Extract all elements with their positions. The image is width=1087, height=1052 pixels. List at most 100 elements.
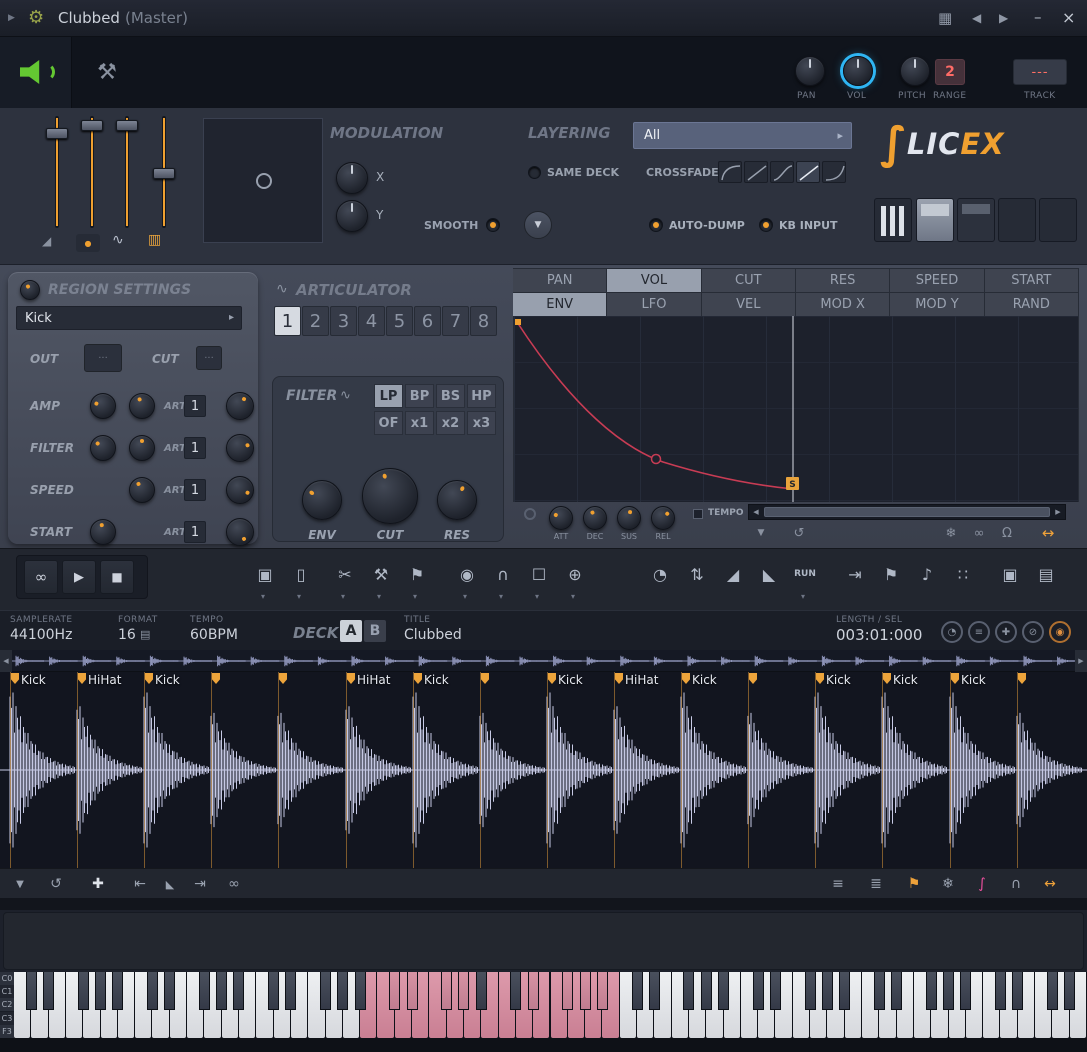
envelope-mid-point[interactable] [652, 455, 661, 464]
crossfade-curve-5[interactable] [822, 161, 846, 183]
envelope-tab-rand[interactable]: RAND [985, 293, 1079, 317]
region-start-knob1[interactable] [90, 519, 116, 545]
region-out-field[interactable]: ··· [84, 344, 122, 372]
slide-curve-button[interactable]: ∫ [970, 874, 994, 894]
slice-marker[interactable]: Kick [413, 672, 414, 868]
envelope-start-point[interactable] [515, 319, 521, 325]
crossfade-curve-4[interactable] [796, 161, 820, 183]
prev-window-button[interactable]: ◀ [972, 11, 981, 25]
overview-scroll-left-button[interactable]: ◀ [0, 650, 12, 672]
freeze-button[interactable]: ❄ [936, 874, 960, 894]
save-state-button[interactable]: ▣ [994, 558, 1026, 590]
filter-os-x3[interactable]: x3 [467, 411, 496, 435]
region-start-art-knob[interactable] [226, 518, 254, 546]
region-amp-knob1[interactable] [90, 393, 116, 419]
pan-knob[interactable] [795, 56, 825, 86]
declick-button[interactable]: ◔ [644, 558, 676, 590]
new-caret-icon[interactable]: ▾ [297, 592, 301, 601]
vol-knob[interactable] [843, 56, 873, 86]
slice-marker[interactable]: Kick [547, 672, 548, 868]
region-filter-knob1[interactable] [90, 435, 116, 461]
marker-list-button[interactable]: ≡ [826, 874, 850, 894]
envelope-knob-rel[interactable] [651, 506, 675, 530]
articulator-slot-2[interactable]: 2 [302, 306, 329, 336]
envelope-menu-button[interactable]: ▼ [750, 524, 772, 542]
filter-os-x1[interactable]: x1 [405, 411, 434, 435]
slice-marker[interactable]: Kick [10, 672, 11, 868]
slice-marker[interactable] [211, 672, 212, 868]
run-caret-icon[interactable]: ▾ [801, 592, 805, 601]
close-button[interactable]: × [1062, 8, 1075, 27]
normalize-button[interactable]: ⇅ [681, 558, 713, 590]
black-key[interactable] [337, 972, 348, 1010]
envelope-tab-vol[interactable]: VOL [607, 269, 701, 293]
fader-4-handle[interactable] [153, 168, 175, 179]
black-key[interactable] [683, 972, 694, 1010]
dump-notes-button[interactable]: ♪ [911, 558, 943, 590]
play-button[interactable]: ▶ [62, 560, 96, 594]
snap-caret-icon[interactable]: ▾ [499, 592, 503, 601]
snap-button[interactable]: ∩ [487, 558, 519, 590]
overview-scroll-right-button[interactable]: ▶ [1075, 650, 1087, 672]
select-caret-icon[interactable]: ▾ [535, 592, 539, 601]
black-key[interactable] [822, 972, 833, 1010]
filter-type-lp[interactable]: LP [374, 384, 403, 408]
envelope-tab-cut[interactable]: CUT [702, 269, 796, 293]
black-key[interactable] [389, 972, 400, 1010]
black-key[interactable] [753, 972, 764, 1010]
black-key[interactable] [770, 972, 781, 1010]
pitch-knob[interactable] [900, 56, 930, 86]
deck-view-button-1[interactable] [874, 198, 912, 242]
region-speed-art-value[interactable]: 1 [184, 479, 206, 501]
xy-pad-handle[interactable] [256, 173, 272, 189]
region-filter-art-value[interactable]: 1 [184, 437, 206, 459]
articulator-slot-7[interactable]: 7 [442, 306, 469, 336]
envelope-scrollbar[interactable]: ◀ ▶ [748, 504, 1066, 520]
stretch-button[interactable]: ↔ [1038, 874, 1062, 894]
grid-icon[interactable]: ▦ [938, 9, 952, 27]
crossfade-curve-3[interactable] [770, 161, 794, 183]
envelope-knob-sus[interactable] [617, 506, 641, 530]
articulator-slot-5[interactable]: 5 [386, 306, 413, 336]
black-key[interactable] [943, 972, 954, 1010]
slice-marker[interactable]: Kick [950, 672, 951, 868]
region-amp-art-knob[interactable] [226, 392, 254, 420]
tools-caret-icon[interactable]: ▾ [377, 592, 381, 601]
slice-ramp-button[interactable]: ◣ [158, 874, 182, 894]
region-amp-knob2[interactable] [129, 393, 155, 419]
articulator-knob-cut[interactable] [362, 468, 418, 524]
black-key[interactable] [580, 972, 591, 1010]
envelope-loop-toggle[interactable] [524, 508, 536, 520]
mod-y-knob[interactable] [336, 200, 368, 232]
marker-flag-button[interactable]: ⚑ [902, 874, 926, 894]
plugin-tools-tile[interactable]: ⚒ [72, 37, 142, 108]
articulator-slot-6[interactable]: 6 [414, 306, 441, 336]
tempo-value[interactable]: 60BPM [190, 627, 238, 643]
fader-2-track[interactable] [90, 116, 94, 228]
slice-marker[interactable]: HiHat [77, 672, 78, 868]
smooth-button[interactable]: ∷ [947, 558, 979, 590]
black-key[interactable] [528, 972, 539, 1010]
envelope-tab-mod-y[interactable]: MOD Y [890, 293, 984, 317]
fader-3-track[interactable] [125, 116, 129, 228]
black-key[interactable] [926, 972, 937, 1010]
scroll-right-button[interactable]: ▶ [1051, 505, 1065, 519]
black-key[interactable] [718, 972, 729, 1010]
mod-x-knob[interactable] [336, 162, 368, 194]
disc-spin-button[interactable]: ◔ [941, 621, 963, 643]
region-speed-art-knob[interactable] [226, 476, 254, 504]
envelope-tab-res[interactable]: RES [796, 269, 890, 293]
crossfade-curve-2[interactable] [744, 161, 768, 183]
view-options-button[interactable]: ◉ [451, 558, 483, 590]
same-deck-radio[interactable] [528, 166, 541, 179]
view-caret-icon[interactable]: ▾ [463, 592, 467, 601]
region-cut-field[interactable]: ··· [196, 346, 222, 370]
region-speed-knob1[interactable] [129, 477, 155, 503]
save-sample-button[interactable]: ▣ [249, 558, 281, 590]
black-key[interactable] [1064, 972, 1075, 1010]
layering-dropdown[interactable]: All ▸ [633, 122, 852, 149]
preset-drop-button[interactable]: ▼ [524, 211, 552, 239]
fade-in-button[interactable]: ◢ [717, 558, 749, 590]
envelope-tab-pan[interactable]: PAN [513, 269, 607, 293]
loop-mode-button[interactable]: ∞ [24, 560, 58, 594]
